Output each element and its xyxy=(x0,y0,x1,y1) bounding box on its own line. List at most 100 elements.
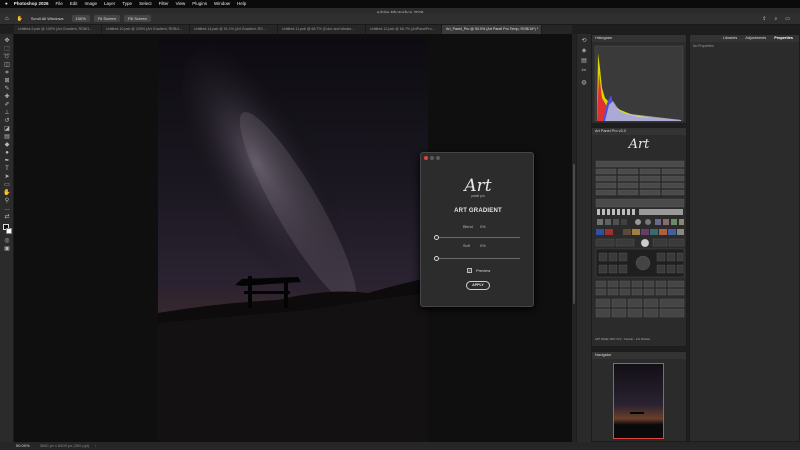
text-icon[interactable]: T xyxy=(3,166,11,172)
plugin-panel-header: Art Panel Pro v3.0 xyxy=(592,128,686,135)
logo-text: Art xyxy=(464,176,492,196)
apple-icon[interactable]: ● xyxy=(5,0,8,8)
marquee-icon[interactable]: ⬚ xyxy=(3,46,11,52)
soft-slider-knob[interactable] xyxy=(434,256,439,261)
eraser-icon[interactable]: ◪ xyxy=(3,126,11,132)
plugin-icon[interactable]: ◍ xyxy=(580,80,588,86)
document-tabs: Untitled-9.psb @ 100% (Art Gradient, RGB… xyxy=(14,25,572,34)
doc-tab[interactable]: Untitled-14.psb @ 91.1% (Art Gradient, R… xyxy=(190,25,278,34)
screen-mode-icon[interactable]: ▣ xyxy=(3,246,11,252)
histogram-panel: Histogram xyxy=(591,34,687,124)
fit-screen-button[interactable]: Fit Screen xyxy=(93,15,121,22)
preview-row[interactable]: ✓ Preview xyxy=(467,268,490,273)
search-icon[interactable]: ⌕ xyxy=(774,16,777,22)
layers-icon[interactable]: ◈ xyxy=(580,48,588,54)
background-color-swatch[interactable] xyxy=(6,228,12,234)
menu-filter[interactable]: Filter xyxy=(159,0,169,8)
doc-tab[interactable]: Untitled-9.psb @ 100% (Art Gradient, RGB… xyxy=(14,25,102,34)
fill-screen-button[interactable]: Fill Screen xyxy=(124,15,151,22)
lasso-icon[interactable]: ➰ xyxy=(3,54,11,60)
tab-libraries[interactable]: Libraries xyxy=(723,35,738,42)
soft-label: Soft xyxy=(463,244,470,248)
brush-icon[interactable]: ✐ xyxy=(3,102,11,108)
blur-icon[interactable]: ◆ xyxy=(3,142,11,148)
menu-image[interactable]: Image xyxy=(85,0,98,8)
menu-help[interactable]: Help xyxy=(237,0,246,8)
doc-tab[interactable]: Untitled-12.psb @ 66.7% (ArtPanelPro... xyxy=(366,25,442,34)
art-gradient-dialog: Art panel pro ART GRADIENT Blend 0% Soft… xyxy=(420,152,534,307)
doc-tab[interactable]: Untitled-10.psb @ 100% (Art Gradient, RG… xyxy=(102,25,190,34)
blend-slider-knob[interactable] xyxy=(434,235,439,240)
document-image[interactable] xyxy=(158,38,428,442)
gradient-icon[interactable]: ▤ xyxy=(3,134,11,140)
system-menubar: ● Photoshop 2026 File Edit Image Layer T… xyxy=(0,0,800,8)
status-arrow-icon[interactable]: › xyxy=(95,442,96,450)
blend-slider-track[interactable] xyxy=(436,237,520,238)
path-select-icon[interactable]: ➤ xyxy=(3,174,11,180)
close-window-icon[interactable] xyxy=(424,155,428,160)
navigator-title[interactable]: Navigator xyxy=(595,352,611,359)
workspace-icon[interactable]: ▭ xyxy=(785,16,790,22)
tab-properties[interactable]: Properties xyxy=(774,35,793,42)
plugin-title[interactable]: Art Panel Pro v3.0 xyxy=(595,128,626,135)
thumbnail-sign xyxy=(630,412,644,418)
logo-subtext: panel pro xyxy=(471,194,485,198)
navigator-thumbnail[interactable] xyxy=(613,363,664,439)
scroll-all-windows-checkbox[interactable]: Scroll All Windows xyxy=(27,15,68,22)
tools-cross-icon[interactable]: ✂ xyxy=(580,68,588,74)
menu-type[interactable]: Type xyxy=(122,0,132,8)
soft-slider-track[interactable] xyxy=(436,258,520,259)
eyedropper-icon[interactable]: ✎ xyxy=(3,86,11,92)
edit-toolbar-icon[interactable]: ⇄ xyxy=(3,214,11,220)
move-icon[interactable]: ✥ xyxy=(3,38,11,44)
dodge-icon[interactable]: ● xyxy=(3,150,11,156)
zoom-window-icon[interactable] xyxy=(436,155,440,160)
history-brush-icon[interactable]: ↺ xyxy=(3,118,11,124)
pen-icon[interactable]: ✒ xyxy=(3,158,11,164)
home-icon[interactable]: ⌂ xyxy=(5,16,9,22)
menu-file[interactable]: File xyxy=(55,0,62,8)
doc-tab-active[interactable]: Art_Panel_Pro @ 50.0% (Art Panel Pro Tem… xyxy=(442,25,542,34)
art-logo: Art panel pro xyxy=(421,176,535,198)
more-tools-icon[interactable]: … xyxy=(3,206,11,212)
history-icon[interactable]: ⟲ xyxy=(580,38,588,44)
menu-edit[interactable]: Edit xyxy=(70,0,78,8)
tab-adjustments[interactable]: Adjustments xyxy=(745,35,766,42)
histogram-title[interactable]: Histogram xyxy=(595,35,612,42)
plugin-button-grid[interactable] xyxy=(593,159,687,339)
menu-app-name[interactable]: Photoshop 2026 xyxy=(14,0,49,8)
crop-icon[interactable]: ⌗ xyxy=(3,70,11,76)
panel-icon-strip: ⟲ ◈ ▤ ✂ ◍ xyxy=(577,34,591,442)
menu-plugins[interactable]: Plugins xyxy=(192,0,207,8)
hand-icon[interactable]: ✋ xyxy=(3,190,11,196)
frame-icon[interactable]: ⊠ xyxy=(3,78,11,84)
menu-select[interactable]: Select xyxy=(139,0,152,8)
zoom-100-button[interactable]: 100% xyxy=(71,15,90,22)
share-icon[interactable]: ⇪ xyxy=(762,16,766,22)
properties-panel: Libraries Adjustments Properties No Prop… xyxy=(689,34,800,442)
soft-value: 0% xyxy=(480,244,486,248)
object-select-icon[interactable]: ◫ xyxy=(3,62,11,68)
zoom-icon[interactable]: ⚲ xyxy=(3,198,11,204)
plugin-footer: ART PANEL PRO V3.0 · Tutorials · Info We… xyxy=(595,338,651,341)
blend-label: Blend xyxy=(463,225,473,229)
status-zoom[interactable]: 50.00% xyxy=(16,442,30,450)
no-properties-text: No Properties xyxy=(693,44,714,48)
shape-icon[interactable]: ▭ xyxy=(3,182,11,188)
menu-view[interactable]: View xyxy=(176,0,186,8)
quick-mask-icon[interactable]: ◎ xyxy=(3,238,11,244)
stamp-icon[interactable]: ⊥ xyxy=(3,110,11,116)
preview-checkbox[interactable]: ✓ xyxy=(467,268,472,273)
menu-window[interactable]: Window xyxy=(214,0,230,8)
menu-layer[interactable]: Layer xyxy=(104,0,115,8)
apply-button[interactable]: APPLY xyxy=(466,281,490,290)
doc-tab[interactable]: Untitled-11.psb @ 66.7% (Color and vibra… xyxy=(278,25,366,34)
scrollbar-thumb[interactable] xyxy=(573,164,575,304)
status-doc-info: 3600 px x 5400 px (300 ppi) xyxy=(39,443,90,448)
canvas-vertical-scrollbar[interactable] xyxy=(572,34,576,442)
plugin-logo-text: Art xyxy=(628,137,650,152)
document-icon[interactable]: ▤ xyxy=(580,58,588,64)
blend-value: 0% xyxy=(480,225,486,229)
healing-icon[interactable]: ✚ xyxy=(3,94,11,100)
minimize-window-icon[interactable] xyxy=(430,155,434,160)
